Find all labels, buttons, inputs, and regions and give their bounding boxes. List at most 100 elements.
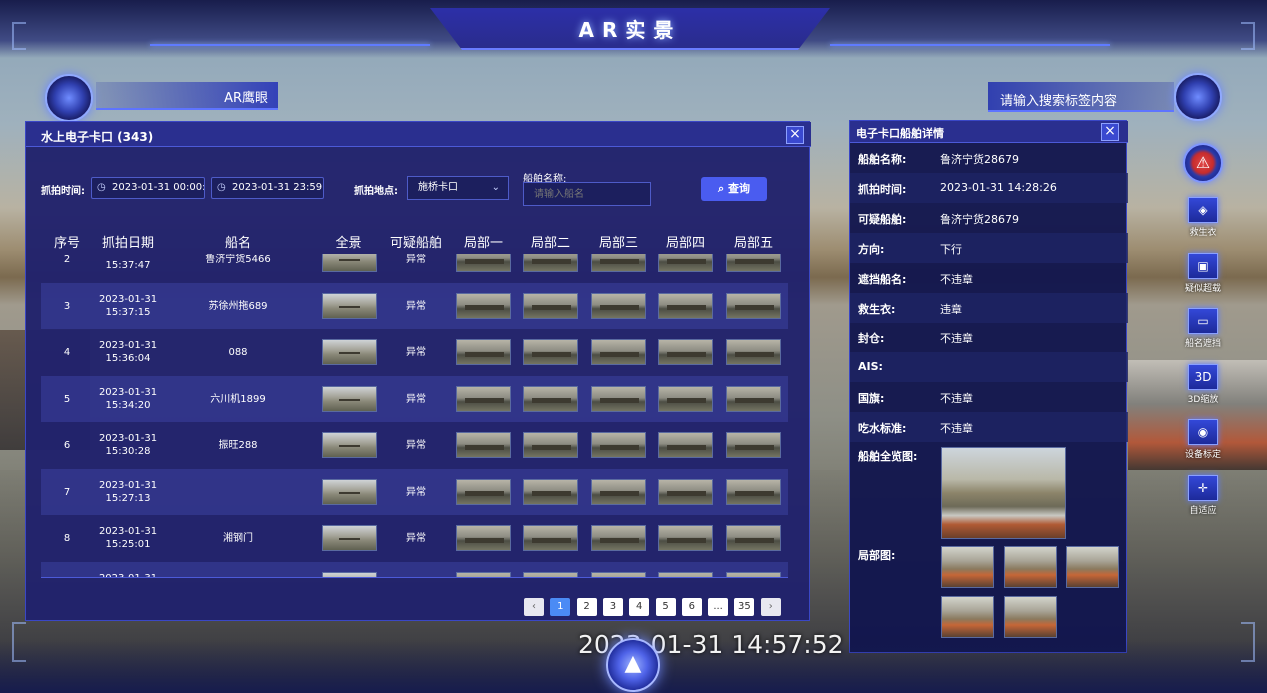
- part-4-thumbnail[interactable]: [658, 571, 713, 577]
- tool-button[interactable]: 3D 3D缩放: [1178, 363, 1228, 405]
- part-2-thumbnail[interactable]: [523, 525, 578, 551]
- camera-icon[interactable]: ▣: [1188, 252, 1218, 279]
- location-select[interactable]: 施桥卡口 ⌄: [407, 176, 509, 200]
- table-row[interactable]: 3 2023-01-31 15:37:15 苏徐州拖689 异常: [41, 282, 788, 329]
- tag-search-placeholder[interactable]: 请输入搜索标签内容: [1000, 90, 1117, 109]
- page-button[interactable]: 1: [550, 598, 571, 616]
- page-button[interactable]: 6: [681, 598, 702, 616]
- row-status: 异常: [406, 347, 426, 358]
- tool-button[interactable]: ▭ 船名遮挡: [1178, 308, 1228, 349]
- part-5-thumbnail[interactable]: [726, 478, 781, 505]
- tool-button[interactable]: ✛ 自适应: [1178, 474, 1228, 516]
- table-row[interactable]: 7 2023-01-31 15:27:13 异常: [41, 468, 788, 515]
- part-3-thumbnail[interactable]: [591, 571, 646, 577]
- part-3-thumbnail[interactable]: [591, 525, 646, 551]
- close-icon[interactable]: ×: [786, 126, 804, 144]
- search-icon[interactable]: [1174, 73, 1222, 121]
- page-button[interactable]: 2: [576, 598, 597, 616]
- table-row[interactable]: 4 2023-01-31 15:36:04 088 异常: [41, 329, 788, 375]
- part-1-thumbnail[interactable]: [456, 432, 511, 458]
- panorama-thumbnail[interactable]: [322, 339, 377, 365]
- part-3-thumbnail[interactable]: [591, 385, 646, 412]
- part-5-thumbnail[interactable]: [726, 254, 781, 272]
- partial-image[interactable]: [1004, 546, 1057, 588]
- part-3-thumbnail[interactable]: [591, 292, 646, 319]
- part-3-thumbnail[interactable]: [591, 254, 646, 272]
- part-1-thumbnail[interactable]: [456, 292, 511, 319]
- panorama-thumbnail[interactable]: [322, 385, 377, 412]
- ship-name-input[interactable]: [523, 182, 651, 206]
- tool-button[interactable]: ▣ 疑似超载: [1178, 252, 1228, 294]
- table-body[interactable]: 2 15:37:47 鲁济宁货5466 异常 3 2023-01-31 15:37:15 苏徐…: [41, 254, 788, 578]
- part-1-thumbnail[interactable]: [456, 339, 511, 365]
- table-row[interactable]: 5 2023-01-31 15:34:20 六川机1899 异常: [41, 375, 788, 422]
- panorama-thumbnail[interactable]: [322, 478, 377, 505]
- part-3-thumbnail[interactable]: [591, 478, 646, 505]
- part-4-thumbnail[interactable]: [658, 385, 713, 412]
- lifejacket-icon[interactable]: ◈: [1188, 197, 1218, 223]
- part-4-thumbnail[interactable]: [658, 254, 713, 272]
- part-4-thumbnail[interactable]: [658, 525, 713, 551]
- ship-overview-image[interactable]: [941, 447, 1066, 539]
- panorama-thumbnail[interactable]: [322, 525, 377, 551]
- tool-button[interactable]: ◉ 设备标定: [1178, 419, 1228, 460]
- part-5-thumbnail[interactable]: [726, 571, 781, 577]
- part-1-thumbnail[interactable]: [456, 385, 511, 412]
- eagle-eye-icon[interactable]: [45, 74, 93, 122]
- tool-button[interactable]: ◈ 救生衣: [1178, 197, 1228, 238]
- prev-page-button[interactable]: ‹: [524, 598, 544, 616]
- page-button[interactable]: 5: [655, 598, 676, 616]
- alarm-icon[interactable]: ⚠: [1183, 143, 1223, 183]
- partial-image[interactable]: [1004, 596, 1057, 638]
- next-page-button[interactable]: ›: [760, 598, 781, 616]
- start-time-field[interactable]: ◷ 2023-01-31 00:00:0: [91, 177, 205, 199]
- page-button[interactable]: 3: [602, 598, 623, 616]
- part-4-thumbnail[interactable]: [658, 339, 713, 365]
- partial-image[interactable]: [1066, 546, 1119, 588]
- part-4-thumbnail[interactable]: [658, 432, 713, 458]
- page-button[interactable]: 35: [734, 598, 755, 616]
- part-4-thumbnail[interactable]: [658, 478, 713, 505]
- part-2-thumbnail[interactable]: [523, 254, 578, 272]
- part-5-thumbnail[interactable]: [726, 432, 781, 458]
- close-icon[interactable]: ×: [1101, 123, 1119, 141]
- part-2-thumbnail[interactable]: [523, 339, 578, 365]
- panorama-thumbnail[interactable]: [322, 292, 377, 319]
- partial-image[interactable]: [941, 596, 994, 638]
- adaptive-icon[interactable]: ✛: [1188, 474, 1218, 501]
- part-5-thumbnail[interactable]: [726, 525, 781, 551]
- part-5-thumbnail[interactable]: [726, 385, 781, 412]
- part-3-thumbnail[interactable]: [591, 339, 646, 365]
- part-2-thumbnail[interactable]: [523, 571, 578, 577]
- part-4-thumbnail[interactable]: [658, 292, 713, 319]
- part-1-thumbnail[interactable]: [456, 254, 511, 272]
- panorama-thumbnail[interactable]: [322, 432, 377, 458]
- 3d-icon[interactable]: 3D: [1188, 363, 1218, 390]
- query-button[interactable]: ⌕ 查询: [701, 177, 767, 201]
- partial-image[interactable]: [941, 546, 994, 588]
- table-row[interactable]: 2023-01-31: [41, 561, 788, 577]
- part-2-thumbnail[interactable]: [523, 292, 578, 319]
- part-5-thumbnail[interactable]: [726, 339, 781, 365]
- table-row[interactable]: 8 2023-01-31 15:25:01 湘钢门 异常: [41, 515, 788, 561]
- page-button[interactable]: 4: [629, 598, 650, 616]
- part-1-thumbnail[interactable]: [456, 525, 511, 551]
- end-time-field[interactable]: ◷ 2023-01-31 23:59:5: [211, 177, 324, 199]
- panorama-thumbnail[interactable]: [322, 254, 377, 272]
- part-2-thumbnail[interactable]: [523, 432, 578, 458]
- compass-icon[interactable]: ▲: [606, 638, 660, 692]
- part-2-thumbnail[interactable]: [523, 385, 578, 412]
- page-ellipsis[interactable]: ...: [708, 598, 729, 616]
- part-1-thumbnail[interactable]: [456, 571, 511, 577]
- part-3-thumbnail[interactable]: [591, 432, 646, 458]
- video-icon[interactable]: ▭: [1188, 308, 1218, 334]
- part-5-thumbnail[interactable]: [726, 292, 781, 319]
- part-1-thumbnail[interactable]: [456, 478, 511, 505]
- panorama-thumbnail[interactable]: [322, 571, 377, 577]
- ar-eagle-label[interactable]: AR鹰眼: [96, 87, 268, 106]
- part-2-thumbnail[interactable]: [523, 478, 578, 505]
- table-row[interactable]: 2 15:37:47 鲁济宁货5466 异常: [41, 254, 788, 282]
- device-icon[interactable]: ◉: [1188, 419, 1218, 445]
- row-index: 3: [63, 300, 71, 312]
- table-row[interactable]: 6 2023-01-31 15:30:28 振旺288 异常: [41, 422, 788, 468]
